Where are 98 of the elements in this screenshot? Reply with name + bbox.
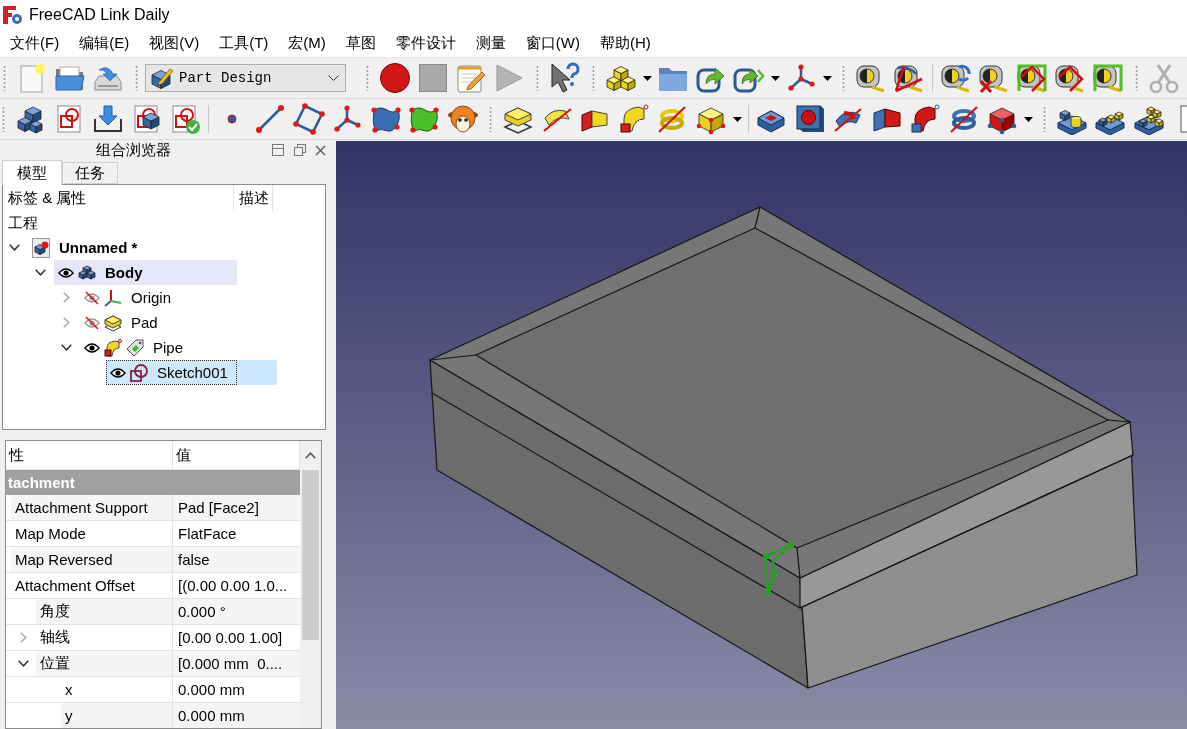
axes-icon[interactable] bbox=[785, 62, 817, 94]
caret-icon[interactable] bbox=[770, 75, 780, 81]
sketch-icon bbox=[130, 363, 148, 382]
pipe-icon bbox=[104, 338, 122, 357]
toolbar-handle[interactable] bbox=[1042, 106, 1046, 132]
axes-icon bbox=[104, 288, 122, 307]
tree-item[interactable]: Pipe bbox=[80, 335, 188, 360]
window-title: FreeCAD Link Daily bbox=[29, 6, 170, 24]
eye-icon[interactable] bbox=[58, 266, 74, 279]
toolbar-handle[interactable] bbox=[841, 65, 845, 91]
cubes-icon bbox=[78, 263, 96, 282]
caret-icon[interactable] bbox=[822, 75, 832, 81]
tree-item[interactable]: Body bbox=[54, 260, 237, 285]
tab[interactable]: 模型 bbox=[2, 160, 62, 185]
column-header: 性 bbox=[6, 441, 173, 469]
workbench-dropdown[interactable]: Part Design bbox=[145, 64, 346, 92]
point-icon[interactable] bbox=[226, 114, 237, 124]
property-value[interactable]: 0.000 ° bbox=[173, 599, 300, 624]
chevron-down-icon[interactable] bbox=[8, 244, 20, 251]
menu-item[interactable]: 工具(T) bbox=[209, 31, 279, 56]
toolbar-handle[interactable] bbox=[134, 65, 138, 91]
eye-crossed-icon[interactable] bbox=[84, 290, 100, 305]
toolbar-handle[interactable] bbox=[1134, 65, 1138, 91]
tape-measure-refresh-icon[interactable] bbox=[940, 62, 972, 94]
caret-icon[interactable] bbox=[642, 75, 652, 81]
chevron-down-icon[interactable] bbox=[18, 660, 29, 667]
tab[interactable]: 任务 bbox=[62, 162, 118, 184]
property-value[interactable]: false bbox=[173, 547, 300, 572]
record-icon[interactable] bbox=[379, 62, 411, 94]
stop-icon[interactable] bbox=[417, 62, 449, 94]
tree-item[interactable]: Pad bbox=[80, 310, 162, 335]
eye-icon[interactable] bbox=[110, 366, 126, 379]
menu-item[interactable]: 视图(V) bbox=[139, 31, 210, 56]
tree-item[interactable]: Origin bbox=[80, 285, 175, 310]
property-name: Attachment Support bbox=[11, 495, 172, 520]
toolbar-handle[interactable] bbox=[591, 65, 595, 91]
sketch-check-icon[interactable] bbox=[169, 103, 202, 135]
menu-item[interactable]: 宏(M) bbox=[278, 31, 336, 56]
download-tray-icon[interactable] bbox=[92, 103, 125, 135]
menu-item[interactable]: 零件设计 bbox=[385, 31, 466, 56]
menu-item[interactable]: 窗口(W) bbox=[515, 31, 590, 56]
property-name: y bbox=[61, 703, 172, 728]
toolbar-handle[interactable] bbox=[489, 106, 492, 132]
eye-crossed-icon[interactable] bbox=[84, 315, 100, 330]
toolbar-handle[interactable] bbox=[2, 106, 5, 132]
close-icon[interactable] bbox=[315, 144, 326, 156]
property-value[interactable]: [0.000 mm 0.... bbox=[173, 651, 300, 676]
tape-measure-angle-icon[interactable] bbox=[893, 62, 925, 94]
cube-pencil-icon bbox=[151, 67, 173, 89]
axes-icon[interactable] bbox=[331, 103, 364, 135]
document-cube-icon bbox=[32, 237, 50, 258]
property-name: Map Reversed bbox=[11, 547, 172, 572]
scrollbar-thumb[interactable] bbox=[302, 470, 319, 640]
caret-icon[interactable] bbox=[732, 116, 742, 122]
chevron-down-icon[interactable] bbox=[60, 344, 72, 351]
pipe-icon[interactable] bbox=[617, 103, 650, 135]
menu-item[interactable]: 帮助(H) bbox=[589, 31, 661, 56]
tape-measure-angle-icon[interactable] bbox=[1054, 62, 1086, 94]
chevron-up-icon[interactable] bbox=[305, 452, 316, 459]
plane-icon[interactable] bbox=[292, 103, 325, 135]
property-value[interactable]: Pad [Face2] bbox=[173, 495, 300, 520]
hole-icon[interactable] bbox=[793, 103, 826, 135]
property-group: tachment bbox=[6, 470, 300, 495]
tape-measure-frame-angle-icon[interactable] bbox=[1016, 62, 1048, 94]
property-name: 位置 bbox=[36, 651, 172, 676]
toolbar-handle[interactable] bbox=[535, 65, 539, 91]
tape-measure-icon[interactable] bbox=[855, 62, 887, 94]
animal-face-icon[interactable] bbox=[446, 103, 479, 135]
sketch-profile-drawing bbox=[763, 542, 794, 594]
property-value[interactable]: 0.000 mm bbox=[173, 703, 300, 728]
notepad-pencil-icon[interactable] bbox=[455, 62, 487, 94]
dock-icon[interactable] bbox=[272, 144, 284, 156]
tree-item[interactable]: Unnamed * bbox=[28, 235, 142, 260]
eye-icon[interactable] bbox=[84, 341, 100, 354]
menu-item[interactable]: 编辑(E) bbox=[69, 31, 140, 56]
tape-measure-frame-icon[interactable] bbox=[1092, 62, 1124, 94]
column-header: 描述 bbox=[234, 185, 273, 211]
menu-item[interactable]: 测量 bbox=[465, 31, 516, 56]
menu-item[interactable]: 草图 bbox=[335, 31, 386, 56]
tape-measure-delete-icon[interactable] bbox=[978, 62, 1010, 94]
restore-icon[interactable] bbox=[293, 144, 306, 156]
panel-title: 组合浏览器 bbox=[94, 140, 172, 160]
pipe-icon[interactable] bbox=[909, 103, 942, 135]
menu-item[interactable]: 文件(F) bbox=[0, 31, 70, 56]
chevron-down-icon[interactable] bbox=[34, 269, 46, 276]
caret-icon[interactable] bbox=[1024, 116, 1033, 122]
toolbar-handle[interactable] bbox=[2, 65, 6, 91]
tree-section-label: 工程 bbox=[7, 212, 38, 233]
app-logo-icon bbox=[3, 5, 23, 25]
tree-item[interactable]: Sketch001 bbox=[106, 360, 277, 385]
pad-icon bbox=[104, 313, 122, 332]
chevron-down-icon bbox=[328, 75, 339, 81]
line-icon[interactable] bbox=[254, 103, 287, 135]
3d-viewport[interactable] bbox=[336, 141, 1187, 729]
toolbar-handle[interactable] bbox=[365, 65, 369, 91]
column-header: 标签 & 属性 bbox=[3, 185, 234, 211]
property-name: 角度 bbox=[36, 599, 172, 624]
help-cursor-icon[interactable] bbox=[549, 62, 581, 94]
